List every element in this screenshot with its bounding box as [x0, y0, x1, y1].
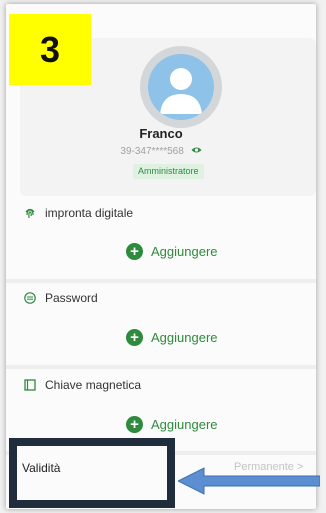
- plus-icon: +: [126, 416, 143, 433]
- section-fingerprint-label: impronta digitale: [45, 206, 134, 220]
- pointer-arrow-icon: [178, 467, 320, 495]
- fingerprint-icon: [24, 207, 36, 219]
- add-card-button[interactable]: + Aggiungere: [126, 416, 218, 433]
- add-fingerprint-label: Aggiungere: [151, 244, 218, 259]
- plus-icon: +: [126, 243, 143, 260]
- plus-icon: +: [126, 329, 143, 346]
- validity-row[interactable]: Validità: [22, 461, 60, 475]
- add-card-label: Aggiungere: [151, 417, 218, 432]
- step-number-badge: 3: [9, 14, 91, 85]
- add-fingerprint-button[interactable]: + Aggiungere: [126, 243, 218, 260]
- user-phone-text: 39-347****568: [120, 146, 184, 158]
- section-card-label: Chiave magnetica: [45, 378, 142, 392]
- user-avatar-icon: [148, 54, 214, 120]
- user-phone: 39-347****568: [6, 146, 316, 157]
- user-name: Franco: [139, 126, 183, 141]
- section-fingerprint-title: impronta digitale: [24, 206, 133, 220]
- divider: [6, 279, 316, 283]
- avatar: [140, 46, 222, 128]
- section-card-title: Chiave magnetica: [24, 378, 141, 392]
- section-password-title: Password: [24, 291, 98, 305]
- card-icon: [24, 379, 36, 391]
- add-password-button[interactable]: + Aggiungere: [126, 329, 218, 346]
- section-password-label: Password: [45, 291, 98, 305]
- role-badge: Amministratore: [133, 164, 204, 179]
- eye-icon[interactable]: [191, 146, 202, 157]
- add-password-label: Aggiungere: [151, 330, 218, 345]
- divider: [6, 365, 316, 369]
- password-icon: [24, 292, 36, 304]
